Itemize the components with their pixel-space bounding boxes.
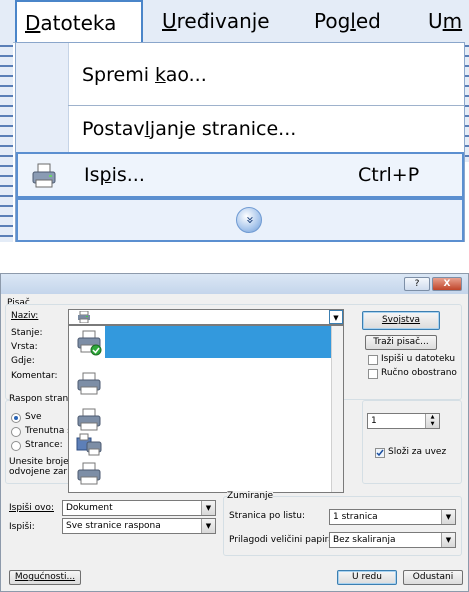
print-dialog: ? X Pisač Naziv: Stanje: Vrsta: Gdje: Ko… (0, 273, 469, 592)
close-button[interactable]: X (432, 277, 462, 291)
office-file-menu: Datoteka Uređivanje Pogled Um Spremi kao… (0, 0, 469, 243)
range-pages-radio[interactable] (11, 441, 21, 451)
properties-button[interactable]: Svojstva (362, 311, 440, 330)
menu-accelerator: D (25, 11, 41, 35)
name-label: Naziv: (11, 311, 39, 321)
chevron-down-icon[interactable]: ▼ (329, 310, 343, 324)
range-hint-line1: Unesite broje (9, 457, 69, 467)
help-button[interactable]: ? (404, 277, 430, 291)
menu-label-part: atoteka (40, 11, 117, 35)
printer-icon[interactable] (75, 462, 103, 488)
pages-per-sheet-value: 1 stranica (333, 512, 378, 522)
menu-expand-row[interactable]: » (16, 198, 464, 242)
print-to-file-label: Ispiši u datoteku (381, 354, 456, 364)
menu-item-label: Spremi kao... (82, 64, 207, 86)
range-pages-label: Strance: (25, 440, 63, 450)
printer-list-selection[interactable] (105, 326, 331, 358)
scale-select[interactable]: Bez skaliranja ▼ (329, 532, 456, 548)
printer-name-select[interactable]: ▼ (68, 309, 344, 325)
menu-item-save-as[interactable]: Spremi kao... (16, 53, 464, 97)
chevron-down-icon[interactable]: ▼ (201, 501, 215, 515)
menu-label-part: U (428, 9, 443, 33)
shortcut-label: Ctrl+P (358, 164, 420, 186)
manual-duplex-label: Ručno obostrano (381, 368, 457, 378)
menu-label-part: Pog (314, 9, 351, 33)
toolbar-background (0, 42, 13, 242)
range-current-radio[interactable] (11, 427, 21, 437)
print-what-select[interactable]: Dokument ▼ (62, 500, 216, 516)
menu-uredivanje[interactable]: Uređivanje (162, 0, 270, 42)
expand-chevron-icon[interactable]: » (236, 207, 262, 233)
comment-label: Komentar: (11, 371, 58, 381)
menu-item-page-setup[interactable]: Postavljanje stranice... (16, 107, 464, 151)
scale-label: Prilagodi veličini papira (229, 535, 334, 545)
pages-per-sheet-select[interactable]: 1 stranica ▼ (329, 509, 456, 525)
printer-icon[interactable] (75, 372, 103, 398)
collate-label: Složi za uvez (388, 447, 447, 457)
chevron-down-icon[interactable]: ▼ (201, 519, 215, 533)
where-label: Gdje: (11, 356, 35, 366)
menu-bar: Datoteka Uređivanje Pogled Um (0, 0, 469, 43)
menu-item-label: Ispis... (84, 164, 145, 186)
menu-datoteka[interactable]: Datoteka (15, 0, 143, 42)
menu-item-label: Postavljanje stranice... (82, 118, 297, 140)
print-value: Sve stranice raspona (66, 521, 161, 531)
manual-duplex-checkbox[interactable] (368, 369, 378, 379)
collate-checkbox[interactable] (375, 448, 385, 458)
copies-spinner[interactable]: 1 ▲ ▼ (367, 413, 440, 429)
menu-accelerator: m (442, 9, 463, 33)
range-all-label: Sve (25, 412, 42, 422)
printer-icon[interactable] (75, 408, 103, 434)
ok-button[interactable]: U redu (337, 570, 397, 585)
printer-icon (30, 162, 58, 190)
printer-list[interactable] (68, 325, 344, 493)
print-to-file-checkbox[interactable] (368, 355, 378, 365)
copies-value: 1 (371, 416, 377, 426)
pages-per-sheet-label: Stranica po listu: (229, 511, 306, 521)
chevron-down-icon[interactable]: ▼ (441, 510, 455, 524)
file-dropdown: Spremi kao... Postavljanje stranice... I… (15, 42, 465, 242)
printer-icon (77, 310, 91, 324)
menu-separator (68, 105, 464, 106)
print-what-value: Dokument (66, 503, 113, 513)
menu-pogled[interactable]: Pogled (314, 0, 381, 42)
menu-label-part: ređivanje (176, 9, 270, 33)
page-range-label: Raspon strani (9, 394, 71, 404)
status-label: Stanje: (11, 328, 43, 338)
print-what-label: Ispiši ovo: (9, 503, 54, 513)
zoom-label: Zumiranje (227, 491, 274, 501)
print-label: Ispiši: (9, 522, 35, 532)
fax-printer-icon[interactable] (75, 432, 103, 458)
range-current-label: Trenutna s (25, 426, 72, 436)
menu-accelerator: U (162, 9, 177, 33)
range-all-radio[interactable] (11, 413, 21, 423)
menu-umetanje[interactable]: Um (428, 0, 462, 42)
menu-item-print[interactable]: Ispis... Ctrl+P (16, 152, 464, 198)
range-hint-line2: odvojene zar (9, 467, 68, 477)
options-button[interactable]: Mogućnosti... (9, 570, 81, 585)
find-printer-button[interactable]: Traži pisač... (365, 335, 437, 350)
chevron-down-icon[interactable]: ▼ (441, 533, 455, 547)
dialog-titlebar: ? X (1, 274, 468, 294)
scale-value: Bez skaliranja (333, 535, 396, 545)
type-label: Vrsta: (11, 342, 38, 352)
spinner-arrows-icon[interactable]: ▲ ▼ (425, 414, 439, 428)
print-select[interactable]: Sve stranice raspona ▼ (62, 518, 216, 534)
cancel-button[interactable]: Odustani (403, 570, 463, 585)
menu-label-part: ed (355, 9, 381, 33)
printer-list-scrollbar[interactable] (331, 326, 343, 492)
printer-default-icon[interactable] (75, 330, 103, 356)
